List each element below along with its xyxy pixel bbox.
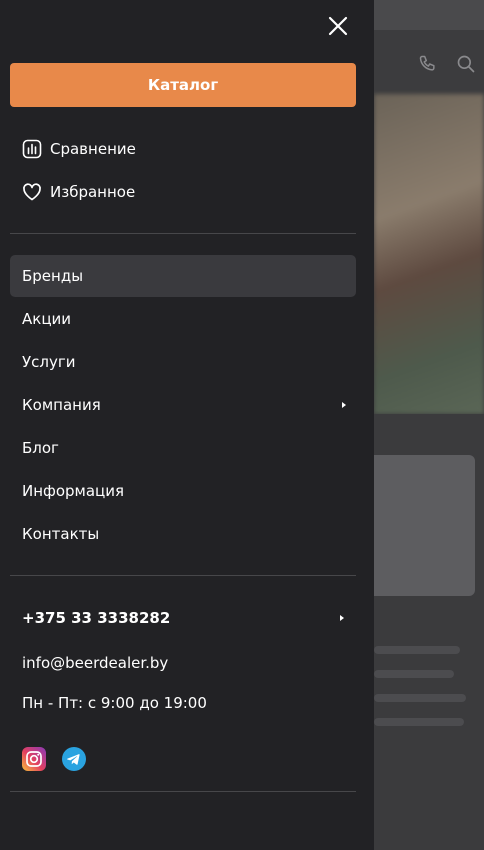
nav-item-contacts[interactable]: Контакты (10, 513, 356, 555)
background-text-line (374, 718, 464, 726)
phone-number: +375 33 3338282 (22, 609, 171, 627)
background-text-line (374, 646, 460, 654)
nav-item-label: Услуги (22, 353, 76, 371)
nav-item-brands[interactable]: Бренды (10, 255, 356, 297)
chart-bars-icon (22, 139, 42, 159)
chevron-right-icon (342, 402, 346, 408)
nav-item-information[interactable]: Информация (10, 470, 356, 512)
catalog-button[interactable]: Каталог (10, 63, 356, 107)
comparison-label: Сравнение (50, 140, 136, 158)
email-link[interactable]: info@beerdealer.by (22, 654, 168, 672)
background-top-bar (374, 0, 484, 30)
nav-item-blog[interactable]: Блог (10, 427, 356, 469)
background-card (374, 455, 475, 596)
favorites-link[interactable]: Избранное (22, 180, 135, 204)
heart-icon (22, 182, 42, 202)
favorites-label: Избранное (50, 183, 136, 201)
background-text-line (374, 694, 466, 702)
working-hours: Пн - Пт: с 9:00 до 19:00 (22, 694, 207, 712)
background-hero-image (374, 94, 484, 414)
close-icon[interactable] (326, 14, 350, 38)
nav-item-label: Бренды (22, 267, 84, 285)
navigation-drawer: Каталог Сравнение Избранное Бренды Акции… (0, 0, 374, 850)
telegram-icon[interactable] (62, 747, 86, 771)
chevron-right-icon (340, 615, 344, 621)
divider (10, 233, 356, 234)
nav-item-services[interactable]: Услуги (10, 341, 356, 383)
phone-icon (418, 54, 438, 74)
background-text-line (374, 670, 454, 678)
comparison-link[interactable]: Сравнение (22, 137, 136, 161)
search-icon (456, 54, 476, 74)
nav-item-label: Информация (22, 482, 125, 500)
divider (10, 575, 356, 576)
nav-item-promotions[interactable]: Акции (10, 298, 356, 340)
nav-item-label: Акции (22, 310, 72, 328)
divider (10, 791, 356, 792)
nav-item-label: Блог (22, 439, 59, 457)
nav-item-label: Компания (22, 396, 101, 414)
nav-item-company[interactable]: Компания (10, 384, 356, 426)
phone-link[interactable]: +375 33 3338282 (22, 606, 356, 630)
nav-item-label: Контакты (22, 525, 100, 543)
instagram-icon[interactable] (22, 747, 46, 771)
